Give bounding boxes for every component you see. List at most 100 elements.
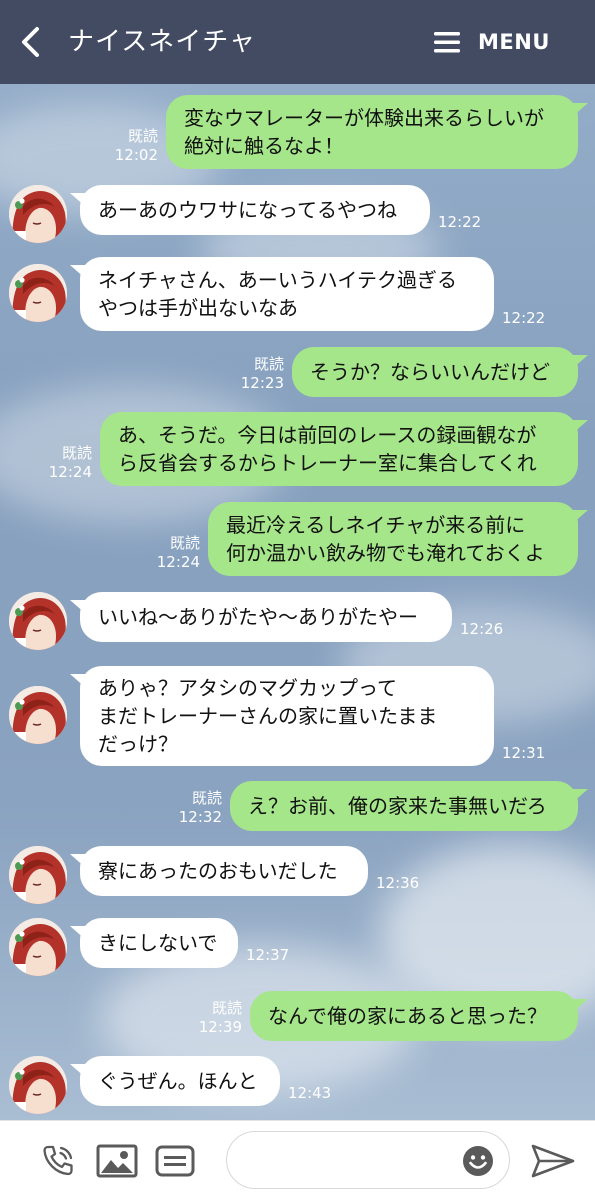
message-list[interactable]: 変なウマレーターが体験出来るらしいが 絶対に触るなよ！ 既読 12:02 あーあのウワサ… [0, 84, 595, 1120]
sent-message: 変なウマレーターが体験出来るらしいが 絶対に触るなよ！ 既読 12:02 [0, 95, 595, 177]
message-text: なんで俺の家にあると思った？ [268, 1004, 547, 1028]
message-text: いいね〜ありがたや〜ありがたやー [98, 605, 418, 629]
message-time: 12:22 [502, 309, 546, 327]
bubble-tail [70, 600, 86, 614]
send-icon[interactable] [530, 1143, 576, 1179]
received-message: きにしないで 12:37 [0, 918, 595, 976]
message-time: 12:31 [502, 744, 546, 762]
message-time: 12:37 [246, 946, 290, 964]
message-text: あ、そうだ。今日は前回のレースの録画観なが [118, 423, 537, 447]
bubble-tail [572, 420, 588, 434]
bubble-tail [572, 999, 588, 1013]
message-text: え？お前、俺の家来た事無いだろ [248, 794, 547, 818]
input-bar [0, 1120, 595, 1200]
received-message: いいね〜ありがたや〜ありがたやー 12:26 [0, 592, 595, 650]
message-text: 変なウマレーターが体験出来るらしいが [184, 106, 544, 130]
phone-icon[interactable] [40, 1143, 76, 1179]
image-icon[interactable] [96, 1143, 138, 1179]
message-bubble[interactable]: ありゃ？アタシのマグカップってまだトレーナーさんの家に置いたまま だっけ？ [80, 666, 494, 766]
menu-button[interactable]: MENU [432, 22, 550, 62]
message-time: 12:39 [198, 1018, 242, 1036]
message-bubble[interactable]: そうか？ならいいんだけど [292, 347, 578, 397]
sent-message: 最近冷えるしネイチャが来る前に 何か温かい飲み物でも淹れておくよ 既読 12:24 [0, 502, 595, 584]
avatar[interactable] [9, 846, 67, 904]
bubble-tail [70, 265, 86, 279]
avatar[interactable] [9, 264, 67, 322]
message-text: だっけ？ [98, 732, 178, 756]
message-bubble[interactable]: ぐうぜん。ほんと [80, 1056, 280, 1106]
chat-title: ナイスネイチャ [68, 27, 256, 57]
message-text: 最近冷えるしネイチャが来る前に [226, 513, 526, 537]
message-text: ネイチャさん、あーいうハイテク過ぎる [98, 268, 457, 292]
message-text: そうか？ならいいんだけど [310, 360, 550, 384]
message-bubble[interactable]: きにしないで [80, 918, 238, 968]
message-bubble[interactable]: え？お前、俺の家来た事無いだろ [230, 781, 578, 831]
smiley-icon[interactable] [462, 1145, 494, 1177]
menu-label: MENU [478, 30, 550, 54]
message-text: あーあのウワサになってるやつね [98, 198, 397, 222]
read-receipt: 既読 12:39 [180, 999, 242, 1037]
read-label: 既読 [61, 444, 92, 462]
received-message: ぐうぜん。ほんと 12:43 [0, 1056, 595, 1114]
message-time: 12:32 [178, 808, 222, 826]
message-text: 何か温かい飲み物でも淹れておくよ [226, 541, 545, 565]
read-receipt: 既読 12:23 [222, 355, 284, 393]
received-message: ありゃ？アタシのマグカップってまだトレーナーさんの家に置いたまま だっけ？ 12:3… [0, 666, 595, 774]
avatar[interactable] [9, 185, 67, 243]
message-time: 12:22 [438, 213, 482, 231]
message-bubble[interactable]: あーあのウワサになってるやつね [80, 185, 430, 235]
bubble-tail [572, 103, 588, 117]
sent-message: そうか？ならいいんだけど 既読 12:23 [0, 347, 595, 405]
bubble-tail [70, 1064, 86, 1078]
read-label: 既読 [169, 534, 200, 552]
message-text: やつは手が出ないなあ [98, 296, 298, 320]
bubble-tail [70, 193, 86, 207]
message-time: 12:02 [114, 146, 158, 164]
sent-message: え？お前、俺の家来た事無いだろ 既読 12:32 [0, 781, 595, 839]
read-receipt: 既読 12:02 [96, 127, 158, 165]
message-bubble[interactable]: あ、そうだ。今日は前回のレースの録画観なが ら反省会するからトレーナー室に集合して… [100, 412, 578, 486]
sent-message: なんで俺の家にあると思った？ 既読 12:39 [0, 991, 595, 1049]
message-bubble[interactable]: 寮にあったのおもいだした [80, 846, 368, 896]
chat-header: ナイスネイチャ MENU [0, 0, 595, 84]
message-text: ぐうぜん。ほんと [98, 1069, 258, 1093]
read-label: 既読 [211, 999, 242, 1017]
read-label: 既読 [253, 355, 284, 373]
avatar[interactable] [9, 918, 67, 976]
back-arrow-icon[interactable] [14, 24, 50, 60]
read-label: 既読 [191, 789, 222, 807]
message-text: まだトレーナーさんの家に置いたまま [98, 704, 438, 728]
received-message: ネイチャさん、あーいうハイテク過ぎる やつは手が出ないなあ 12:22 [0, 257, 595, 339]
message-bubble[interactable]: 変なウマレーターが体験出来るらしいが 絶対に触るなよ！ [166, 95, 578, 169]
message-time: 12:24 [48, 463, 92, 481]
bubble-tail [572, 789, 588, 803]
message-text: 寮にあったのおもいだした [98, 859, 338, 883]
message-bubble[interactable]: いいね〜ありがたや〜ありがたやー [80, 592, 452, 642]
sent-message: あ、そうだ。今日は前回のレースの録画観なが ら反省会するからトレーナー室に集合して… [0, 412, 595, 494]
avatar[interactable] [9, 686, 67, 744]
note-icon[interactable] [155, 1143, 195, 1179]
read-label: 既読 [127, 127, 158, 145]
bubble-tail [572, 510, 588, 524]
bubble-tail [70, 674, 86, 688]
bubble-tail [572, 355, 588, 369]
chat-app: ナイスネイチャ MENU 変なウマレーターが体験出来るらしいが 絶対に触るなよ！既… [0, 0, 595, 1200]
bubble-tail [70, 926, 86, 940]
hamburger-menu-icon [434, 32, 460, 53]
read-receipt: 既読 12:24 [30, 444, 92, 482]
message-time: 12:23 [240, 374, 284, 392]
message-bubble[interactable]: 最近冷えるしネイチャが来る前に 何か温かい飲み物でも淹れておくよ [208, 502, 578, 576]
avatar[interactable] [9, 1056, 67, 1114]
message-text: きにしないで [98, 931, 218, 955]
message-text: ら反省会するからトレーナー室に集合してくれ [118, 451, 537, 475]
message-text: 絶対に触るなよ！ [184, 134, 344, 158]
read-receipt: 既読 12:24 [138, 534, 200, 572]
message-text: ありゃ？アタシのマグカップって [98, 676, 397, 700]
message-time: 12:36 [376, 874, 420, 892]
message-bubble[interactable]: ネイチャさん、あーいうハイテク過ぎる やつは手が出ないなあ [80, 257, 494, 331]
message-bubble[interactable]: なんで俺の家にあると思った？ [250, 991, 578, 1041]
message-time: 12:24 [156, 553, 200, 571]
avatar[interactable] [9, 592, 67, 650]
received-message: あーあのウワサになってるやつね 12:22 [0, 185, 595, 243]
message-time: 12:26 [460, 620, 504, 638]
